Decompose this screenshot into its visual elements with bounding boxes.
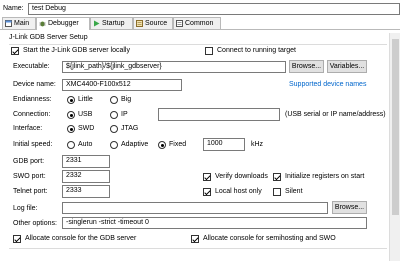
- alloc-gdb-console-checkbox[interactable]: [13, 235, 21, 243]
- gdb-port-label: GDB port:: [13, 158, 45, 165]
- speed-adaptive-radio[interactable]: [110, 141, 118, 149]
- endianness-label: Endianness:: [13, 96, 52, 103]
- tab-common-label: Common: [185, 20, 214, 27]
- connection-label: Connection:: [13, 111, 51, 118]
- endian-little-label: Little: [78, 96, 93, 103]
- speed-value-field[interactable]: 1000: [203, 138, 245, 151]
- local-host-only-checkbox[interactable]: [203, 188, 211, 196]
- tab-source-label: Source: [145, 20, 168, 27]
- speed-auto-radio[interactable]: [67, 141, 75, 149]
- telnet-port-label: Telnet port:: [13, 188, 48, 195]
- start-server-label: Start the J-Link GDB server locally: [23, 47, 130, 54]
- connection-ip-radio[interactable]: [110, 111, 118, 119]
- initial-speed-label: Initial speed:: [13, 141, 53, 148]
- other-options-label: Other options:: [13, 220, 57, 227]
- tab-startup[interactable]: Startup: [90, 17, 133, 29]
- section-title: J-Link GDB Server Setup: [9, 34, 88, 41]
- endian-little-radio[interactable]: [67, 96, 75, 104]
- speed-auto-label: Auto: [78, 141, 93, 148]
- interface-swd-radio[interactable]: [67, 125, 75, 133]
- executable-browse-button[interactable]: Browse...: [289, 60, 324, 73]
- device-name-label: Device name:: [13, 81, 56, 88]
- scrollbar-thumb[interactable]: [392, 39, 399, 215]
- interface-jtag-label: JTAG: [121, 125, 139, 132]
- alloc-semihosting-checkbox[interactable]: [191, 235, 199, 243]
- speed-fixed-radio[interactable]: [158, 141, 166, 149]
- usb-ip-address-field[interactable]: [158, 108, 280, 121]
- tab-main[interactable]: Main: [2, 17, 36, 29]
- speed-unit-label: kHz: [251, 141, 264, 148]
- silent-label: Silent: [285, 188, 303, 195]
- local-host-only-label: Local host only: [215, 188, 262, 195]
- speed-adaptive-label: Adaptive: [121, 141, 149, 148]
- start-server-checkbox[interactable]: [11, 47, 19, 55]
- connection-ip-label: IP: [121, 111, 128, 118]
- startup-icon: [94, 20, 100, 27]
- verify-downloads-checkbox[interactable]: [203, 173, 211, 181]
- tab-startup-label: Startup: [102, 20, 125, 27]
- other-options-field[interactable]: -singlerun -strict -timeout 0: [62, 217, 367, 229]
- name-field[interactable]: test Debug: [28, 3, 400, 15]
- alloc-gdb-console-label: Allocate console for the GDB server: [25, 235, 137, 242]
- interface-label: Interface:: [13, 125, 43, 132]
- telnet-port-field[interactable]: 2333: [62, 185, 110, 198]
- device-name-field[interactable]: XMC4400-F100x512: [62, 79, 182, 91]
- log-file-field[interactable]: [62, 202, 328, 214]
- executable-field[interactable]: ${jlink_path}/${jlink_gdbserver}: [62, 61, 286, 73]
- interface-swd-label: SWD: [78, 125, 95, 132]
- common-icon: [176, 20, 183, 27]
- connection-usb-radio[interactable]: [67, 111, 75, 119]
- endian-big-label: Big: [121, 96, 132, 103]
- tab-source[interactable]: Source: [133, 17, 173, 29]
- gdb-port-field[interactable]: 2331: [62, 155, 110, 168]
- variables-button[interactable]: Variables...: [327, 60, 367, 73]
- swo-port-label: SWO port:: [13, 173, 46, 180]
- speed-fixed-label: Fixed: [169, 141, 187, 148]
- endian-big-radio[interactable]: [110, 96, 118, 104]
- tab-common[interactable]: Common: [173, 17, 221, 29]
- init-registers-label: Initialize registers on start: [285, 173, 365, 180]
- connection-usb-label: USB: [78, 111, 93, 118]
- tab-debugger[interactable]: Debugger: [36, 17, 90, 30]
- name-label: Name:: [3, 5, 24, 12]
- main-icon: [5, 20, 12, 27]
- init-registers-checkbox[interactable]: [273, 173, 281, 181]
- executable-label: Executable:: [13, 63, 50, 70]
- alloc-semihosting-label: Allocate console for semihosting and SWO: [203, 235, 336, 242]
- usb-ip-hint: (USB serial or IP name/address): [285, 111, 386, 118]
- tab-debugger-label: Debugger: [48, 20, 79, 27]
- swo-port-field[interactable]: 2332: [62, 170, 110, 183]
- interface-jtag-radio[interactable]: [110, 125, 118, 133]
- silent-checkbox[interactable]: [273, 188, 281, 196]
- debugger-icon: [39, 21, 46, 27]
- vertical-scrollbar[interactable]: [389, 33, 400, 261]
- tab-main-label: Main: [14, 20, 30, 27]
- supported-devices-link[interactable]: Supported device names: [289, 80, 366, 90]
- next-section-divider: [9, 248, 387, 249]
- source-icon: [136, 20, 143, 27]
- log-file-label: Log file:: [13, 205, 38, 212]
- section-divider: [9, 44, 387, 45]
- log-file-browse-button[interactable]: Browse...: [332, 201, 367, 214]
- verify-downloads-label: Verify downloads: [215, 173, 268, 180]
- connect-running-label: Connect to running target: [217, 47, 296, 54]
- connect-running-checkbox[interactable]: [205, 47, 213, 55]
